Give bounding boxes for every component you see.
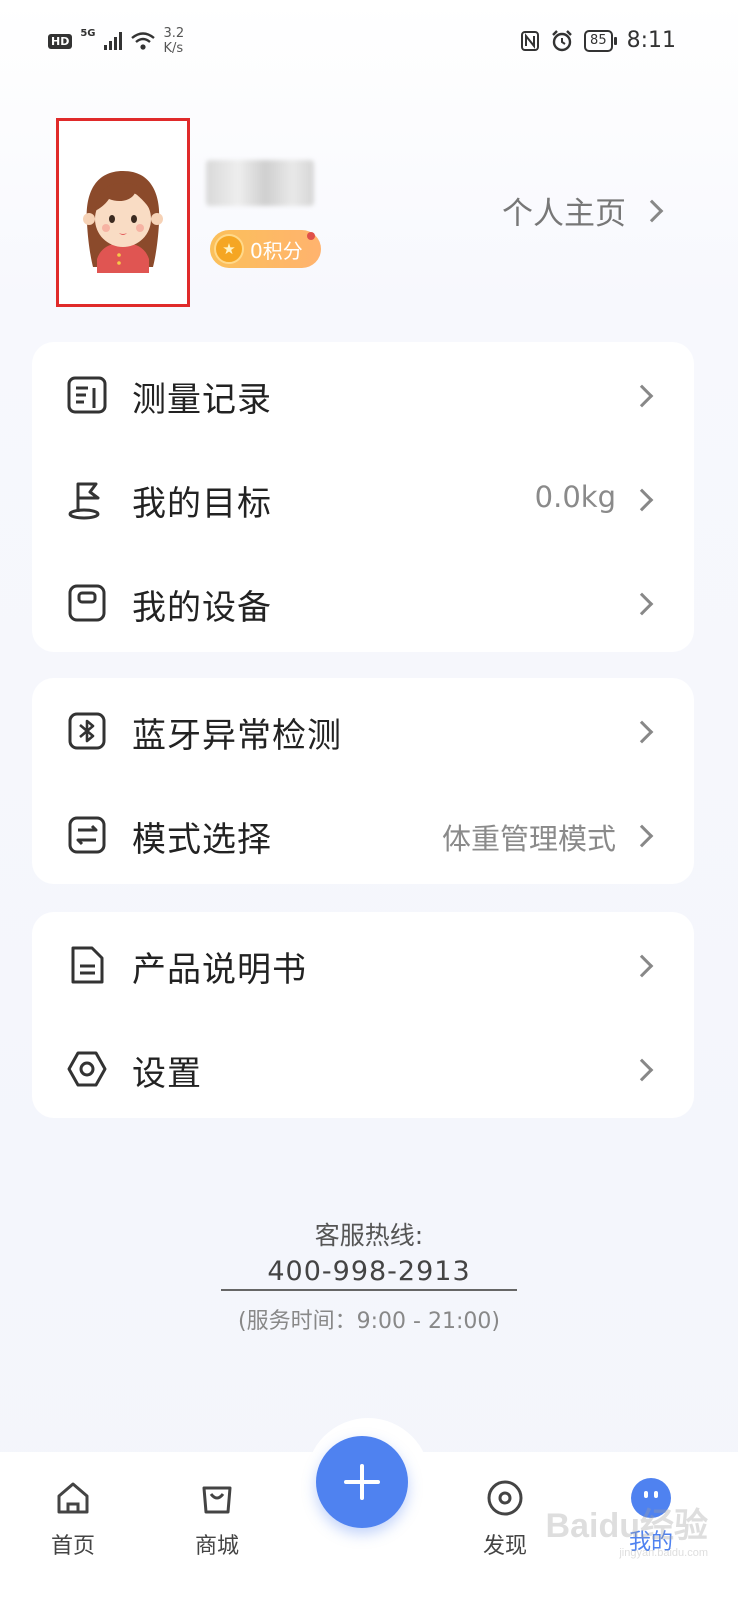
chevron-right-icon	[630, 592, 654, 616]
menu-item-my-devices[interactable]: 我的设备	[32, 550, 694, 654]
alarm-icon	[552, 29, 572, 51]
customer-service-hotline: 客服热线: 400-998-2913 (服务时间：9:00 - 21:00)	[0, 1216, 738, 1335]
menu-item-product-manual[interactable]: 产品说明书	[32, 912, 694, 1016]
notification-dot	[306, 232, 315, 240]
chevron-right-icon	[630, 384, 654, 408]
row-label: 蓝牙异常检测	[132, 716, 342, 756]
battery-level: 85	[584, 29, 613, 52]
star-coin-icon: ★	[214, 234, 244, 264]
record-icon	[67, 376, 107, 414]
menu-card-records: 测量记录 我的目标 0.0kg 我的设备	[32, 342, 694, 652]
speed-value: 3.2	[163, 26, 185, 41]
chevron-right-icon	[630, 824, 654, 848]
tab-discover[interactable]: 发现	[460, 1478, 550, 1560]
tab-label: 商城	[194, 1534, 239, 1559]
watermark-text: Baidu经验	[545, 1507, 708, 1545]
chevron-right-icon	[630, 954, 654, 978]
hd-indicator: HD	[48, 33, 73, 49]
bluetooth-icon	[68, 712, 106, 750]
network-type: 5G	[80, 27, 96, 39]
home-icon	[57, 1482, 89, 1514]
tab-mall[interactable]: 商城	[172, 1478, 262, 1560]
nfc-icon	[521, 30, 540, 51]
clock: 8:11	[626, 28, 676, 53]
signal-icon	[103, 32, 122, 50]
speed-unit: K/s	[163, 41, 184, 56]
tab-label: 发现	[482, 1534, 527, 1559]
avatar[interactable]	[56, 118, 190, 307]
menu-item-mode-select[interactable]: 模式选择 体重管理模式	[32, 782, 694, 886]
row-label: 产品说明书	[132, 950, 307, 990]
personal-homepage-link[interactable]: 个人主页	[502, 188, 664, 233]
row-label: 模式选择	[132, 820, 272, 860]
flag-icon	[68, 482, 100, 520]
baidu-watermark: Baidu经验 jingyan.baidu.com	[546, 1498, 708, 1559]
status-right: 85 8:11	[520, 28, 676, 53]
discover-icon	[487, 1480, 523, 1516]
service-hours: (服务时间：9:00 - 21:00)	[238, 1309, 500, 1334]
menu-card-help: 产品说明书 设置	[32, 912, 694, 1118]
shopping-bag-icon	[202, 1486, 232, 1514]
chevron-right-icon	[630, 720, 654, 744]
menu-item-my-goal[interactable]: 我的目标 0.0kg	[32, 446, 694, 550]
row-label: 测量记录	[132, 380, 272, 420]
chevron-right-icon	[630, 488, 654, 512]
points-badge[interactable]: ★ 0积分	[210, 230, 321, 268]
settings-icon	[67, 1051, 107, 1087]
document-icon	[71, 946, 104, 984]
scale-device-icon	[68, 584, 106, 622]
current-mode-value: 体重管理模式	[441, 822, 616, 856]
row-label: 设置	[132, 1054, 202, 1094]
username-blurred	[206, 160, 314, 206]
tab-label: 首页	[50, 1534, 95, 1559]
add-button[interactable]	[316, 1436, 408, 1528]
status-left: HD 5G 3.2 K/s	[48, 26, 184, 56]
row-label: 我的目标	[132, 484, 272, 524]
menu-item-settings[interactable]: 设置	[32, 1016, 694, 1120]
menu-card-device-settings: 蓝牙异常检测 模式选择 体重管理模式	[32, 678, 694, 884]
avatar-girl-icon	[83, 171, 163, 273]
battery-icon: 85	[584, 29, 617, 52]
hotline-number[interactable]: 400-998-2913	[221, 1256, 517, 1291]
chevron-right-icon	[640, 199, 664, 222]
network-speed: 3.2 K/s	[164, 26, 185, 56]
profile-header: ★ 0积分 个人主页	[0, 100, 738, 330]
menu-item-bluetooth-check[interactable]: 蓝牙异常检测	[32, 678, 694, 782]
points-text: 0积分	[250, 238, 303, 263]
watermark-sub: jingyan.baidu.com	[619, 1547, 708, 1559]
hotline-label: 客服热线:	[314, 1221, 424, 1250]
wifi-icon	[130, 32, 155, 50]
row-label: 我的设备	[132, 588, 272, 628]
status-bar: HD 5G 3.2 K/s 85 8:11	[0, 0, 738, 84]
homepage-label: 个人主页	[502, 196, 626, 232]
chevron-right-icon	[630, 1058, 654, 1082]
mode-switch-icon	[68, 816, 106, 854]
goal-weight-value: 0.0kg	[534, 480, 616, 514]
menu-item-measurement-records[interactable]: 测量记录	[32, 342, 694, 446]
tab-home[interactable]: 首页	[28, 1478, 118, 1560]
